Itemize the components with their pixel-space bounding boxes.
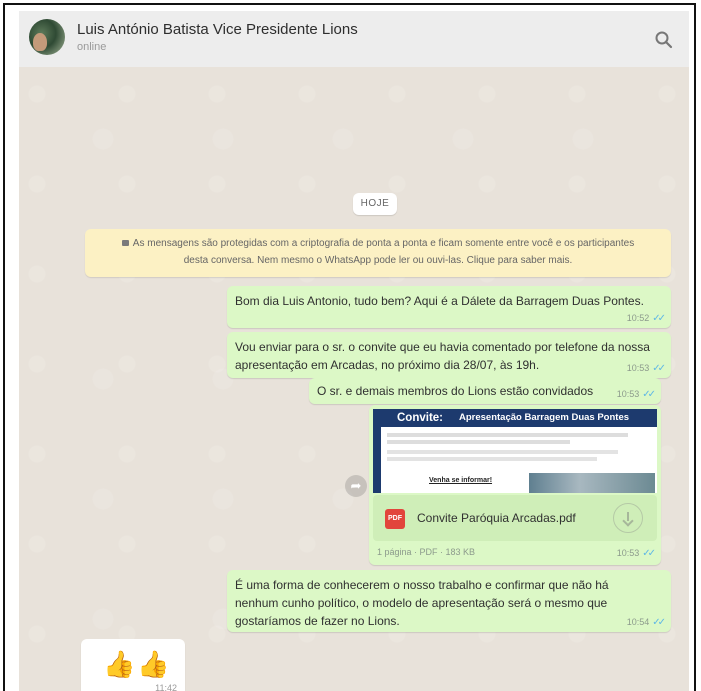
file-name: Convite Paróquia Arcadas.pdf <box>417 511 576 525</box>
preview-subtitle: Apresentação Barragem Duas Pontes <box>459 412 630 423</box>
message-time: 10:53 <box>616 389 640 399</box>
chat-area[interactable]: HOJE As mensagens são protegidas com a c… <box>19 67 689 691</box>
file-row[interactable]: PDF Convite Paróquia Arcadas.pdf <box>373 495 657 541</box>
contact-avatar[interactable] <box>29 19 65 55</box>
read-ticks-icon: ✓✓ <box>652 617 666 628</box>
message-time: 10:53 <box>626 363 650 373</box>
message-text: O sr. e demais membros do Lions estão co… <box>317 384 594 398</box>
message-text: É uma forma de conhecerem o nosso trabal… <box>235 576 609 630</box>
message-bubble[interactable]: Vou enviar para o sr. o convite que eu h… <box>227 332 671 378</box>
message-time: 10:53 <box>616 548 640 558</box>
date-separator: HOJE <box>353 193 397 215</box>
screenshot-frame: Luis António Batista Vice Presidente Lio… <box>3 3 696 691</box>
preview-image <box>529 473 655 493</box>
document-message[interactable]: Convite: Apresentação Barragem Duas Pont… <box>369 405 661 565</box>
message-bubble[interactable]: É uma forma de conhecerem o nosso trabal… <box>227 570 671 632</box>
message-meta: 10:53 ✓✓ <box>626 363 666 374</box>
read-ticks-icon: ✓✓ <box>652 363 666 374</box>
encryption-notice[interactable]: As mensagens são protegidas com a cripto… <box>85 229 671 277</box>
message-meta: 10:53 ✓✓ <box>616 548 656 559</box>
message-meta: 10:53 ✓✓ <box>616 389 656 400</box>
encryption-notice-line2: desta conversa. Nem mesmo o WhatsApp pod… <box>183 255 573 266</box>
read-ticks-icon: ✓✓ <box>642 389 656 400</box>
file-info: 1 página · PDF · 183 KB <box>377 547 476 557</box>
encryption-notice-line1: As mensagens são protegidas com a cripto… <box>132 238 635 249</box>
read-ticks-icon: ✓✓ <box>642 548 656 559</box>
message-time: 10:52 <box>626 313 650 323</box>
incoming-message-bubble[interactable]: 👍👍 11:42 <box>81 639 185 691</box>
thumbs-up-icon: 👍👍 <box>103 649 172 679</box>
contact-name[interactable]: Luis António Batista Vice Presidente Lio… <box>77 21 358 38</box>
message-meta: 10:52 ✓✓ <box>626 313 666 324</box>
search-icon[interactable] <box>653 29 675 51</box>
document-preview[interactable]: Convite: Apresentação Barragem Duas Pont… <box>373 409 657 493</box>
message-line: É uma forma de conhecerem o nosso trabal… <box>235 578 609 592</box>
message-time: 10:54 <box>626 617 650 627</box>
message-meta: 10:54 ✓✓ <box>626 617 666 628</box>
contact-status: online <box>77 41 107 53</box>
message-bubble[interactable]: O sr. e demais membros do Lions estão co… <box>309 378 661 404</box>
pdf-icon: PDF <box>385 509 405 529</box>
preview-link: Venha se informar! <box>429 477 493 484</box>
chat-header: Luis António Batista Vice Presidente Lio… <box>19 11 689 68</box>
preview-header: Convite: Apresentação Barragem Duas Pont… <box>373 409 657 427</box>
preview-body-text <box>387 433 649 461</box>
message-bubble[interactable]: Bom dia Luis Antonio, tudo bem? Aqui é a… <box>227 286 671 328</box>
message-text: Bom dia Luis Antonio, tudo bem? Aqui é a… <box>235 294 644 308</box>
message-meta: 11:42 <box>155 683 177 691</box>
forward-icon[interactable]: ➦ <box>345 475 367 497</box>
lock-icon <box>121 240 129 246</box>
message-text: Vou enviar para o sr. o convite que eu h… <box>235 338 650 374</box>
message-line: nenhum cunho político, o modelo de apres… <box>235 596 608 610</box>
message-line: apresentação em Arcadas, no próximo dia … <box>235 358 540 372</box>
message-time: 11:42 <box>155 683 177 691</box>
preview-side-strip <box>373 427 381 493</box>
download-icon[interactable] <box>613 503 643 533</box>
message-line: gostaríamos de fazer no Lions. <box>235 614 400 628</box>
read-ticks-icon: ✓✓ <box>652 313 666 324</box>
message-line: Vou enviar para o sr. o convite que eu h… <box>235 340 650 354</box>
preview-title: Convite: <box>397 412 443 424</box>
